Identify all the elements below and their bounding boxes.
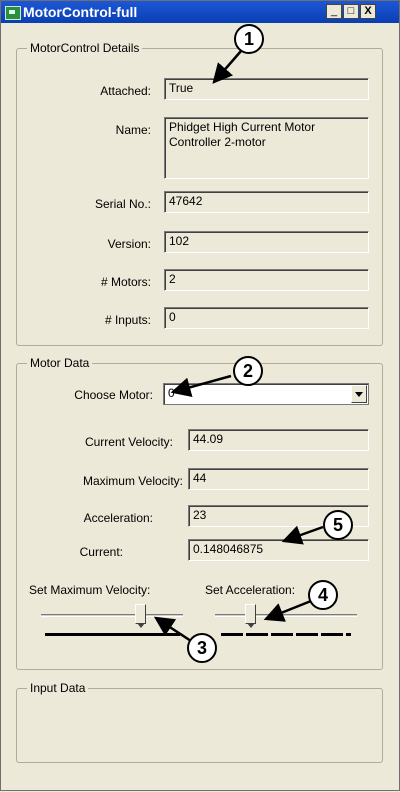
version-label: Version: [107, 237, 151, 251]
maximize-button[interactable]: □ [343, 4, 359, 19]
minimize-button[interactable]: _ [326, 4, 342, 19]
name-field: Phidget High Current Motor Controller 2-… [164, 117, 369, 179]
max-velocity-tick-bar [45, 633, 180, 636]
choose-motor-value: 0 [168, 386, 175, 400]
acceleration-label: Acceleration: [83, 511, 153, 525]
window-title: MotorControl-full [23, 4, 138, 20]
max-velocity-slider-thumb[interactable] [135, 604, 147, 628]
version-field: 102 [164, 231, 369, 253]
current-velocity-field: 44.09 [188, 429, 369, 451]
current-label: Current: [79, 545, 123, 559]
inputs-count-label: # Inputs: [104, 313, 151, 327]
choose-motor-label: Choose Motor: [74, 388, 153, 402]
serial-number-field: 47642 [164, 191, 369, 213]
inputs-count-field: 0 [164, 307, 369, 329]
title-bar[interactable]: MotorControl-full _ □ X [1, 1, 399, 23]
application-window: MotorControl-full _ □ X MotorControl Det… [0, 0, 400, 791]
motors-count-label: # Motors: [100, 275, 151, 289]
callout-badge-2: 2 [233, 356, 263, 386]
close-button[interactable]: X [360, 4, 376, 19]
max-velocity-slider[interactable] [41, 614, 183, 617]
current-field: 0.148046875 [188, 539, 369, 561]
maximum-velocity-label: Maximum Velocity: [82, 474, 183, 488]
current-velocity-label: Current Velocity: [84, 435, 173, 449]
callout-badge-1: 1 [234, 24, 264, 54]
maximum-velocity-field: 44 [188, 468, 369, 490]
dropdown-arrow-button[interactable] [351, 385, 367, 403]
acceleration-slider[interactable] [215, 614, 357, 617]
acceleration-tick-bar [221, 633, 351, 636]
input-data-group: Input Data [16, 681, 383, 763]
attached-label: Attached: [100, 84, 151, 98]
attached-field: True [164, 78, 369, 100]
callout-badge-5: 5 [323, 510, 353, 540]
set-maximum-velocity-label: Set Maximum Velocity: [29, 583, 151, 597]
serial-number-label: Serial No.: [94, 197, 151, 211]
motors-count-field: 2 [164, 269, 369, 291]
motorcontrol-details-title: MotorControl Details [30, 41, 140, 55]
chevron-down-icon [355, 392, 363, 397]
callout-badge-3: 3 [187, 633, 217, 663]
callout-badge-4: 4 [308, 580, 338, 610]
name-label: Name: [115, 123, 151, 137]
acceleration-slider-thumb[interactable] [245, 604, 257, 628]
motor-data-title: Motor Data [30, 356, 90, 370]
input-data-title: Input Data [30, 681, 86, 695]
phidget-app-icon [5, 6, 21, 20]
choose-motor-select[interactable]: 0 [163, 383, 369, 405]
